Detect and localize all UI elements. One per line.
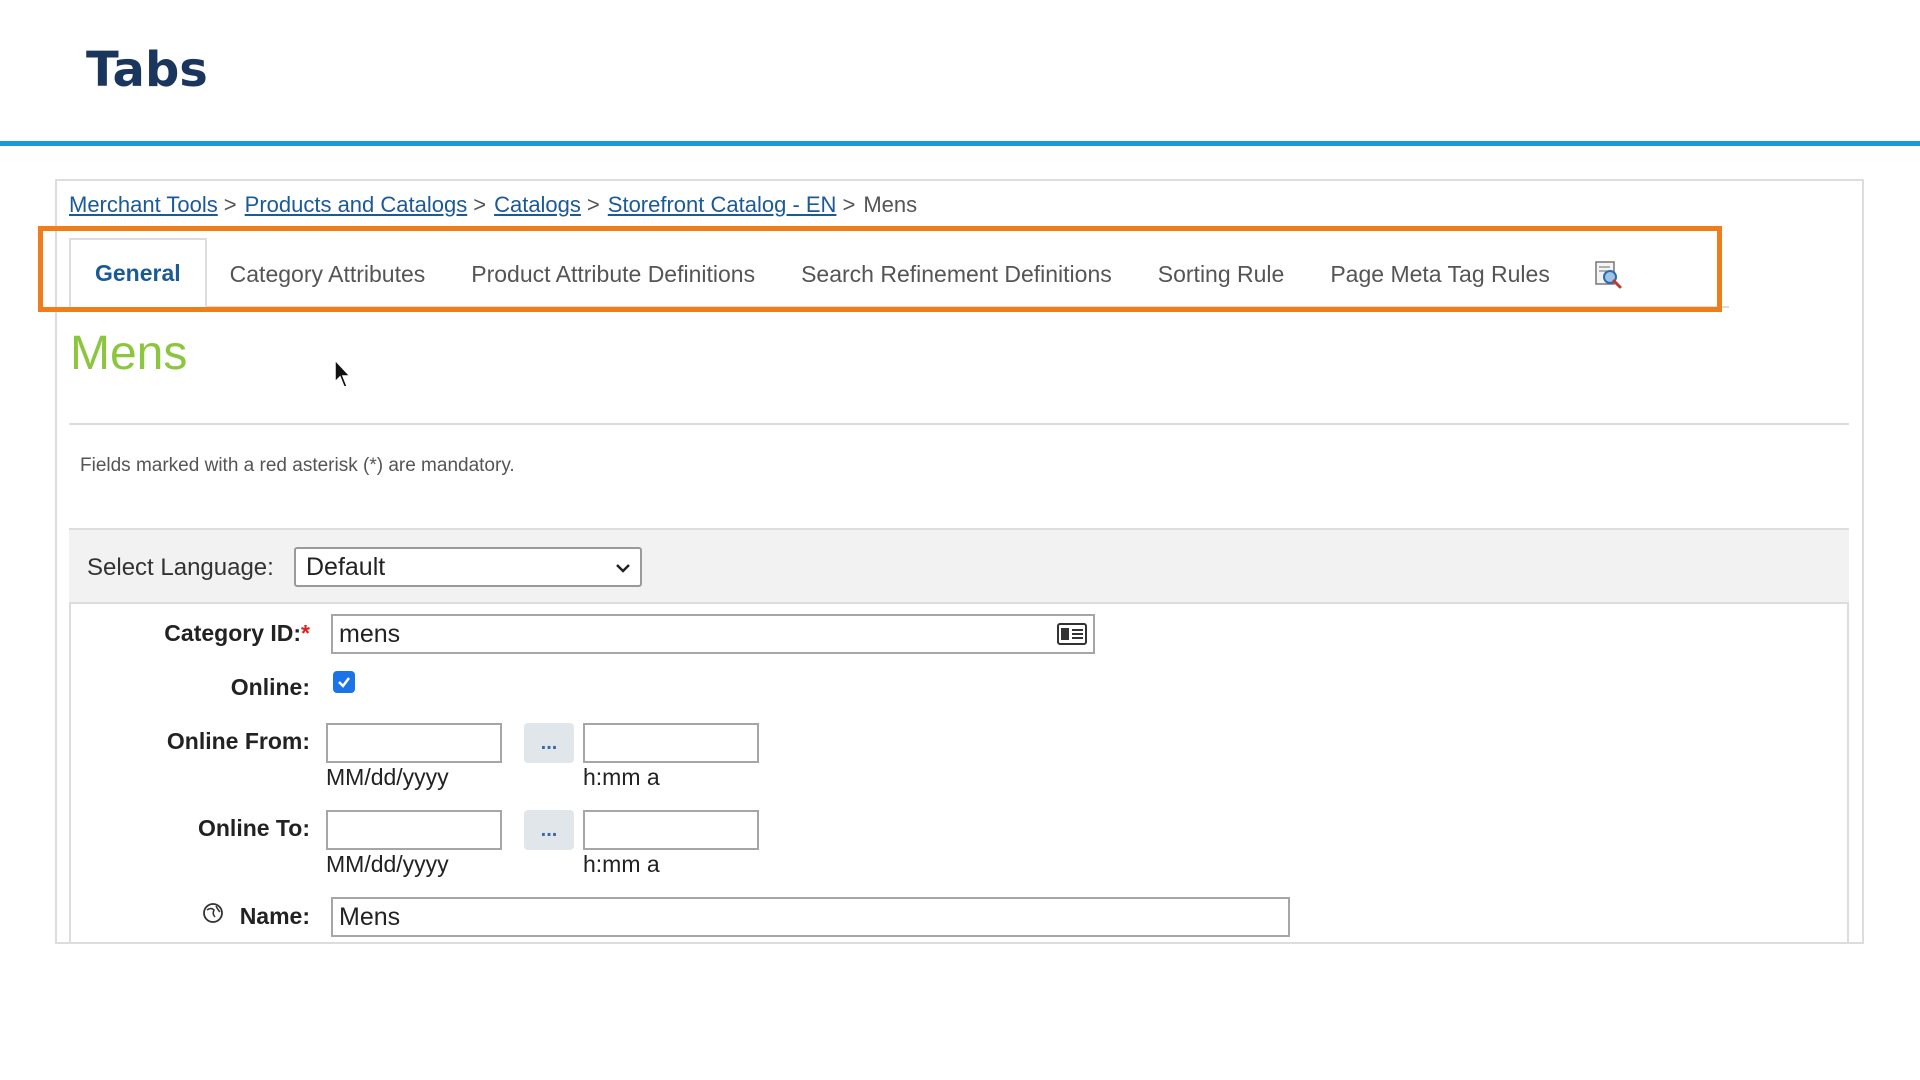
- name-label: Name:: [239, 903, 310, 929]
- breadcrumb-separator: >: [842, 192, 856, 217]
- breadcrumb-current: Mens: [863, 192, 918, 217]
- category-id-value: mens: [339, 619, 401, 648]
- online-from-date-hint: MM/dd/yyyy: [326, 764, 449, 790]
- page-title: Mens: [70, 327, 188, 380]
- heading-divider: [69, 423, 1849, 425]
- checkmark-icon: [338, 677, 350, 688]
- category-id-label-text: Category ID:: [164, 620, 302, 646]
- language-label: Select Language:: [87, 554, 274, 581]
- category-id-label: Category ID:*: [140, 620, 310, 647]
- online-to-time-hint: h:mm a: [583, 851, 660, 877]
- breadcrumb-link-merchant-tools[interactable]: Merchant Tools: [69, 192, 218, 217]
- mouse-cursor-icon: [334, 358, 352, 388]
- online-to-date-input[interactable]: [326, 810, 502, 850]
- mandatory-note: Fields marked with a red asterisk (*) ar…: [80, 455, 515, 476]
- category-id-input[interactable]: mens: [331, 614, 1095, 654]
- language-select[interactable]: Default: [294, 547, 642, 587]
- name-input[interactable]: Mens: [331, 897, 1290, 937]
- online-from-date-picker-button[interactable]: ...: [524, 723, 574, 763]
- chevron-down-icon: [616, 564, 630, 573]
- online-from-time-hint: h:mm a: [583, 764, 660, 790]
- id-card-icon[interactable]: [1057, 623, 1087, 645]
- online-checkbox[interactable]: [333, 671, 355, 693]
- online-to-label: Online To:: [197, 815, 310, 841]
- breadcrumb-separator: >: [473, 192, 487, 217]
- online-to-time-input[interactable]: [583, 810, 759, 850]
- breadcrumb-link-products-and-catalogs[interactable]: Products and Catalogs: [245, 192, 468, 217]
- breadcrumb-link-storefront-catalog[interactable]: Storefront Catalog - EN: [608, 192, 837, 217]
- breadcrumb-separator: >: [223, 192, 237, 217]
- online-from-label: Online From:: [166, 728, 310, 754]
- breadcrumb-link-catalogs[interactable]: Catalogs: [494, 192, 581, 217]
- online-from-date-input[interactable]: [326, 723, 502, 763]
- language-bar: Select Language: Default: [69, 528, 1849, 604]
- breadcrumb-separator: >: [586, 192, 600, 217]
- tabs-highlight-box: [38, 226, 1722, 312]
- slide-title: Tabs: [86, 42, 208, 98]
- required-asterisk: *: [301, 620, 310, 646]
- title-divider: [0, 141, 1920, 146]
- breadcrumb: Merchant Tools > Products and Catalogs > Cat…: [69, 192, 917, 218]
- language-selected-value: Default: [306, 552, 386, 581]
- online-from-time-input[interactable]: [583, 723, 759, 763]
- online-to-date-picker-button[interactable]: ...: [524, 810, 574, 850]
- online-label: Online:: [230, 674, 310, 700]
- online-to-date-hint: MM/dd/yyyy: [326, 851, 449, 877]
